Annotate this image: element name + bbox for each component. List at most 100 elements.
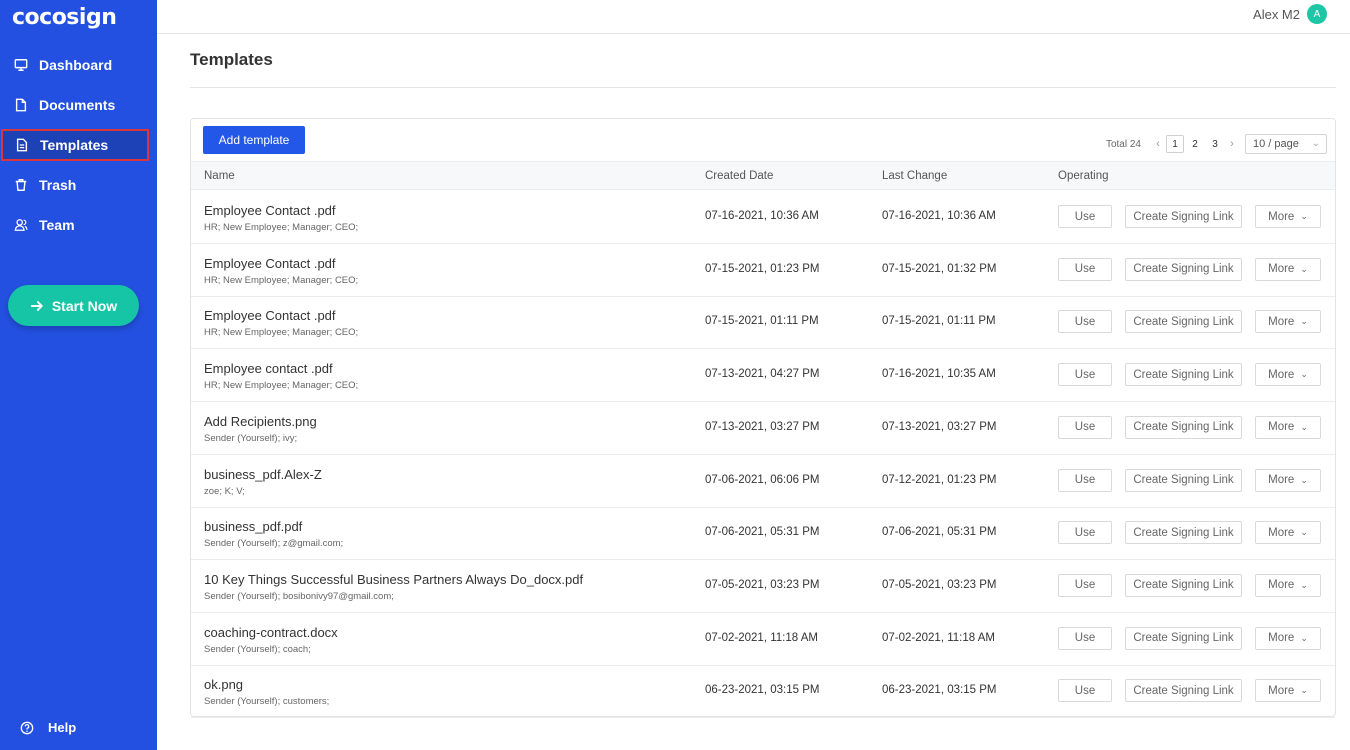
table-row[interactable]: Employee contact .pdf HR; New Employee; M… — [191, 349, 1335, 403]
created-date: 07-15-2021, 01:23 PM — [705, 262, 820, 275]
last-change-date: 07-05-2021, 03:23 PM — [882, 578, 997, 591]
use-button[interactable]: Use — [1058, 626, 1112, 650]
use-button[interactable]: Use — [1058, 573, 1112, 597]
top-bar: Alex M2 A — [157, 0, 1350, 34]
page-3[interactable]: 3 — [1206, 135, 1224, 153]
use-button[interactable]: Use — [1058, 363, 1112, 387]
more-button[interactable]: More ⌄ — [1255, 205, 1321, 228]
more-label: More — [1268, 421, 1295, 434]
more-button[interactable]: More ⌄ — [1255, 363, 1321, 387]
prev-page-icon[interactable]: ‹ — [1151, 138, 1165, 150]
created-date: 07-15-2021, 01:11 PM — [705, 315, 819, 328]
use-button[interactable]: Use — [1058, 415, 1112, 439]
table-row[interactable]: 10 Key Things Successful Business Partne… — [191, 560, 1335, 613]
use-button[interactable]: Use — [1058, 257, 1112, 281]
page-size-select[interactable]: 10 / page ⌄ — [1245, 134, 1327, 154]
template-name[interactable]: business_pdf.Alex-Z — [204, 467, 322, 482]
create-signing-link-button[interactable]: Create Signing Link — [1125, 310, 1242, 334]
table-row[interactable]: ok.png Sender (Yourself); customers; 06-23… — [191, 665, 1335, 719]
create-signing-link-button[interactable]: Create Signing Link — [1125, 257, 1242, 281]
last-change-date: 07-16-2021, 10:36 AM — [882, 210, 996, 222]
template-name[interactable]: Employee Contact .pdf — [204, 256, 336, 271]
avatar[interactable]: A — [1307, 4, 1327, 24]
created-date: 07-02-2021, 11:18 AM — [705, 631, 818, 644]
start-now-button[interactable]: Start Now — [8, 285, 139, 326]
chevron-down-icon: ⌄ — [1300, 685, 1308, 696]
column-header-name[interactable]: Name — [204, 170, 235, 182]
created-date: 07-06-2021, 05:31 PM — [705, 526, 820, 539]
template-recipients: Sender (Yourself); coach; — [204, 643, 311, 655]
template-name[interactable]: Employee Contact .pdf — [204, 203, 336, 218]
table-row[interactable]: Employee Contact .pdf HR; New Employee; M… — [191, 296, 1335, 350]
more-button[interactable]: More ⌄ — [1255, 257, 1321, 281]
page-1[interactable]: 1 — [1166, 135, 1184, 153]
use-button[interactable]: Use — [1058, 679, 1112, 703]
use-button[interactable]: Use — [1058, 205, 1112, 228]
template-recipients: Sender (Yourself); z@gmail.com; — [204, 538, 344, 550]
create-signing-link-button[interactable]: Create Signing Link — [1125, 205, 1242, 228]
monitor-icon — [14, 59, 28, 71]
more-button[interactable]: More ⌄ — [1255, 310, 1321, 334]
last-change-date: 07-12-2021, 01:23 PM — [882, 473, 997, 486]
next-page-icon[interactable]: › — [1225, 138, 1239, 150]
template-name[interactable]: ok.png — [204, 677, 243, 692]
more-button[interactable]: More ⌄ — [1255, 521, 1321, 545]
template-name[interactable]: business_pdf.pdf — [204, 519, 302, 534]
template-name[interactable]: Add Recipients.png — [204, 414, 317, 429]
create-signing-link-button[interactable]: Create Signing Link — [1125, 415, 1242, 439]
template-recipients: HR; New Employee; Manager; CEO; — [204, 274, 359, 286]
created-date: 07-13-2021, 04:27 PM — [705, 368, 820, 381]
more-button[interactable]: More ⌄ — [1255, 415, 1321, 439]
sidebar-item-templates[interactable]: Templates — [1, 129, 149, 161]
sidebar-item-trash[interactable]: Trash — [0, 169, 157, 201]
help-link[interactable]: Help — [20, 720, 76, 735]
create-signing-link-button[interactable]: Create Signing Link — [1125, 626, 1242, 650]
more-button[interactable]: More ⌄ — [1255, 468, 1321, 492]
more-label: More — [1268, 368, 1295, 381]
sidebar-item-label: Trash — [39, 177, 77, 193]
use-button[interactable]: Use — [1058, 521, 1112, 545]
table-row[interactable]: business_pdf.Alex-Z zoe; K; V; 07-06-2021,… — [191, 455, 1335, 508]
create-signing-link-button[interactable]: Create Signing Link — [1125, 468, 1242, 492]
template-name[interactable]: Employee contact .pdf — [204, 361, 333, 376]
create-signing-link-button[interactable]: Create Signing Link — [1125, 573, 1242, 597]
last-change-date: 07-15-2021, 01:11 PM — [882, 315, 996, 328]
more-button[interactable]: More ⌄ — [1255, 679, 1321, 703]
use-button[interactable]: Use — [1058, 310, 1112, 334]
create-signing-link-button[interactable]: Create Signing Link — [1125, 679, 1242, 703]
total-count: Total 24 — [1105, 138, 1141, 150]
sidebar-item-dashboard[interactable]: Dashboard — [0, 49, 157, 81]
table-row[interactable]: coaching-contract.docx Sender (Yourself);… — [191, 613, 1335, 666]
last-change-date: 07-06-2021, 05:31 PM — [882, 526, 997, 539]
created-date: 07-16-2021, 10:36 AM — [705, 210, 819, 222]
sidebar-item-documents[interactable]: Documents — [0, 89, 157, 121]
user-name[interactable]: Alex M2 — [1253, 7, 1300, 22]
add-template-button[interactable]: Add template — [203, 126, 305, 154]
last-change-date: 07-02-2021, 11:18 AM — [882, 631, 995, 644]
table-row[interactable]: Employee Contact .pdf HR; New Employee; M… — [191, 244, 1335, 297]
template-icon — [16, 138, 28, 152]
created-date: 06-23-2021, 03:15 PM — [705, 684, 820, 697]
template-name[interactable]: 10 Key Things Successful Business Partne… — [204, 572, 583, 587]
column-header-created[interactable]: Created Date — [705, 170, 773, 182]
column-header-operating: Operating — [1058, 170, 1109, 182]
column-header-changed[interactable]: Last Change — [882, 170, 947, 182]
template-name[interactable]: Employee Contact .pdf — [204, 308, 336, 323]
sidebar-item-team[interactable]: Team — [0, 209, 157, 241]
create-signing-link-button[interactable]: Create Signing Link — [1125, 521, 1242, 545]
table-row[interactable]: Employee Contact .pdf HR; New Employee; M… — [191, 191, 1335, 244]
templates-panel: Add template Total 24 ‹ 1 2 3 › 10 / pag… — [190, 118, 1336, 719]
page-size-value: 10 / page — [1253, 138, 1299, 150]
table-header: Name Created Date Last Change Operating — [191, 161, 1335, 190]
chevron-down-icon: ⌄ — [1300, 263, 1308, 274]
table-row[interactable]: Add Recipients.png Sender (Yourself); ivy… — [191, 402, 1335, 455]
created-date: 07-06-2021, 06:06 PM — [705, 473, 820, 486]
app-logo[interactable]: cocosign — [12, 5, 117, 30]
table-row[interactable]: business_pdf.pdf Sender (Yourself); z@gma… — [191, 507, 1335, 561]
template-name[interactable]: coaching-contract.docx — [204, 625, 338, 640]
more-button[interactable]: More ⌄ — [1255, 626, 1321, 650]
page-2[interactable]: 2 — [1186, 135, 1204, 153]
create-signing-link-button[interactable]: Create Signing Link — [1125, 363, 1242, 387]
more-button[interactable]: More ⌄ — [1255, 573, 1321, 597]
use-button[interactable]: Use — [1058, 468, 1112, 492]
